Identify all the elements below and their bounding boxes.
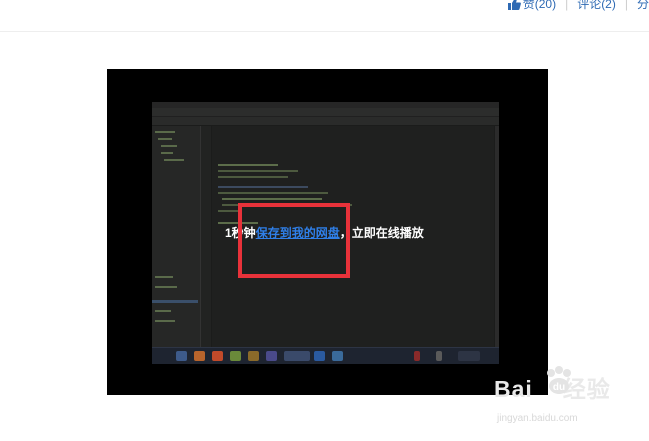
taskbar-app-icon bbox=[332, 351, 343, 361]
thumbs-up-icon bbox=[507, 0, 521, 10]
ide-scrollbar bbox=[495, 126, 499, 348]
taskbar-app-icon bbox=[266, 351, 277, 361]
ide-toolbar bbox=[152, 117, 499, 125]
code-line bbox=[222, 198, 322, 200]
article-actions: 赞(20) | 评论(2) | 分 bbox=[507, 0, 649, 12]
clock bbox=[458, 351, 480, 361]
tray-icon bbox=[414, 351, 420, 361]
code-line bbox=[218, 164, 278, 166]
code-line bbox=[218, 176, 288, 178]
tree-node bbox=[164, 159, 184, 161]
paw-icon: du bbox=[547, 366, 571, 394]
tree-node bbox=[155, 276, 173, 278]
like-count-label: 赞(20) bbox=[522, 0, 557, 11]
tree-node bbox=[161, 152, 173, 154]
tree-node bbox=[155, 310, 171, 312]
taskbar-app-icon bbox=[176, 351, 187, 361]
comment-button[interactable]: 评论(2) bbox=[577, 0, 616, 12]
taskbar-app-icon bbox=[230, 351, 241, 361]
tree-node bbox=[155, 131, 175, 133]
taskbar-app-icon bbox=[314, 351, 325, 361]
code-line bbox=[218, 170, 298, 172]
ide-line-gutter bbox=[201, 126, 211, 348]
taskbar-app-icon bbox=[248, 351, 259, 361]
watermark-url: jingyan.baidu.com bbox=[497, 413, 578, 424]
top-action-bar: 赞(20) | 评论(2) | 分 bbox=[0, 0, 649, 32]
red-highlight-box bbox=[238, 203, 350, 278]
tray-icon bbox=[436, 351, 442, 361]
code-line bbox=[218, 186, 308, 188]
comment-count-label: 评论(2) bbox=[577, 0, 616, 11]
tree-node bbox=[155, 286, 177, 288]
taskbar-app-icon bbox=[212, 351, 223, 361]
ide-project-tree bbox=[152, 126, 201, 348]
tree-node bbox=[158, 138, 172, 140]
tree-selected-node bbox=[152, 300, 198, 303]
taskbar-app-icon bbox=[194, 351, 205, 361]
baidu-jingyan-watermark: Bai 经验 du jingyan.baidu.com bbox=[494, 366, 644, 432]
divider: | bbox=[624, 0, 628, 11]
video-player[interactable]: 1秒钟保存到我的网盘，立即在线播放 bbox=[107, 69, 548, 395]
os-taskbar bbox=[152, 347, 499, 364]
tree-node bbox=[155, 320, 175, 322]
svg-text:du: du bbox=[553, 382, 565, 393]
code-line bbox=[218, 192, 328, 194]
tree-node bbox=[161, 145, 177, 147]
share-button[interactable]: 分 bbox=[637, 0, 649, 12]
code-line bbox=[218, 210, 238, 212]
divider: | bbox=[565, 0, 569, 11]
like-button[interactable]: 赞(20) bbox=[507, 0, 557, 12]
ide-menu-bar bbox=[152, 108, 499, 117]
taskbar-app-icon bbox=[284, 351, 310, 361]
prompt-suffix: ，立即在线播放 bbox=[339, 226, 424, 240]
share-label: 分 bbox=[636, 0, 649, 11]
